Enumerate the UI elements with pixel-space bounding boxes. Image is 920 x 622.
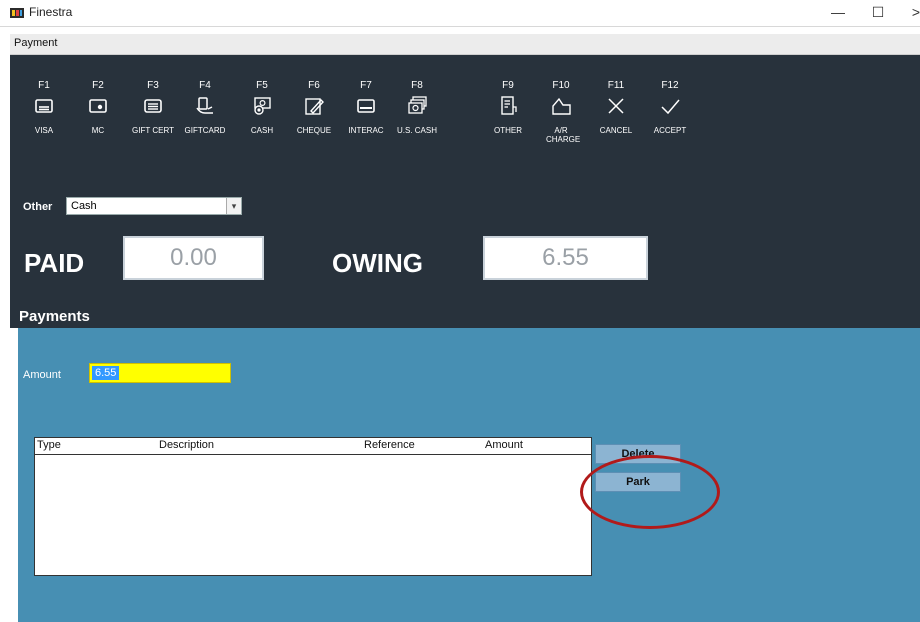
payments-title: Payments — [19, 308, 90, 325]
tender-button-cash[interactable]: F5 CASH — [236, 79, 288, 135]
other-selected-value: Cash — [71, 200, 97, 212]
document-icon — [501, 96, 517, 115]
tender-label: OTHER — [494, 126, 522, 135]
chevron-down-icon[interactable]: ▾ — [226, 198, 241, 214]
check-icon — [661, 99, 680, 115]
amount-label: Amount — [23, 369, 61, 381]
tender-label: CHEQUE — [296, 126, 332, 135]
tender-label: CANCEL — [599, 126, 633, 135]
tender-label: U.S. CASH — [396, 126, 437, 135]
function-key-label: F3 — [147, 80, 159, 91]
card-chip-icon — [89, 99, 107, 113]
maximize-button[interactable]: ☐ — [866, 2, 890, 22]
column-header-amount[interactable]: Amount — [485, 439, 523, 451]
payments-panel: Amount 6.55 Type Description Reference A… — [18, 328, 920, 622]
annotation-circle — [580, 455, 720, 529]
function-key-label: F2 — [92, 80, 104, 91]
function-key-label: F12 — [661, 80, 679, 91]
window-title: Finestra — [29, 5, 73, 19]
tender-button-visa[interactable]: F1 VISA — [18, 79, 70, 135]
pen-icon — [305, 98, 324, 115]
column-header-type[interactable]: Type — [37, 439, 61, 451]
column-header-reference[interactable]: Reference — [364, 439, 415, 451]
payments-table[interactable]: Type Description Reference Amount — [34, 437, 592, 576]
tender-button-interac[interactable]: F7 INTERAC — [340, 79, 392, 135]
function-key-label: F11 — [607, 80, 625, 91]
accept-button[interactable]: F12 ACCEPT — [644, 79, 696, 135]
paid-value: 0.00 — [123, 236, 264, 280]
function-key-label: F9 — [502, 80, 514, 91]
owing-label: OWING — [332, 248, 423, 278]
title-bar: Finestra — ☐ > — [0, 0, 920, 27]
tender-button-mc[interactable]: F2 MC — [72, 79, 124, 135]
tender-label: ACCEPT — [653, 126, 687, 135]
receipt-icon — [144, 99, 162, 113]
panel-border — [10, 328, 18, 622]
function-key-label: F7 — [360, 80, 372, 91]
table-header: Type Description Reference Amount — [35, 438, 591, 455]
function-key-label: F5 — [256, 80, 268, 91]
hand-card-icon — [196, 97, 213, 114]
function-key-label: F8 — [411, 80, 423, 91]
amount-value: 6.55 — [92, 366, 120, 380]
tender-label: VISA — [34, 126, 54, 135]
function-key-label: F1 — [38, 80, 50, 91]
credit-card-icon — [35, 99, 53, 113]
close-button[interactable]: > — [904, 2, 920, 22]
tender-label: MC — [91, 126, 105, 135]
function-key-label: F4 — [199, 80, 211, 91]
function-key-label: F6 — [308, 80, 320, 91]
tender-button-other[interactable]: F9 OTHER — [482, 79, 534, 135]
owing-value: 6.55 — [483, 236, 648, 280]
debit-card-icon — [357, 99, 375, 113]
bills-stack-icon — [408, 96, 427, 114]
tender-button-giftcard[interactable]: F4 GIFTCARD — [179, 79, 231, 135]
tender-button-gift-cert[interactable]: F3 GIFT CERT — [127, 79, 179, 135]
tender-button-cheque[interactable]: F6 CHEQUE — [288, 79, 340, 135]
cash-icon — [254, 97, 271, 115]
tender-label: GIFTCARD — [184, 126, 226, 135]
tender-label: GIFT CERT — [132, 126, 174, 135]
function-key-label: F10 — [552, 80, 570, 91]
menu-item-payment[interactable]: Payment — [14, 37, 57, 49]
menu-bar: Payment — [10, 34, 920, 55]
paid-label: PAID — [24, 248, 85, 278]
tender-button-ar-charge[interactable]: F10 A/R CHARGE — [535, 79, 587, 144]
tender-label: CASH — [250, 126, 274, 135]
tender-panel: F1 VISA F2 MC F3 GIFT CERT F4 GIFTCARD F… — [10, 55, 920, 328]
tender-label: A/R CHARGE — [546, 126, 581, 144]
tender-button-us-cash[interactable]: F8 U.S. CASH — [391, 79, 443, 135]
x-icon — [608, 98, 624, 114]
other-tender-select[interactable]: Cash ▾ — [66, 197, 242, 215]
hand-tag-icon — [552, 97, 571, 115]
app-icon — [10, 8, 24, 18]
minimize-button[interactable]: — — [826, 2, 850, 22]
tender-label: INTERAC — [348, 126, 384, 135]
column-header-description[interactable]: Description — [159, 439, 214, 451]
other-label: Other — [23, 201, 53, 213]
cancel-button[interactable]: F11 CANCEL — [590, 79, 642, 135]
amount-input[interactable]: 6.55 — [89, 363, 231, 383]
